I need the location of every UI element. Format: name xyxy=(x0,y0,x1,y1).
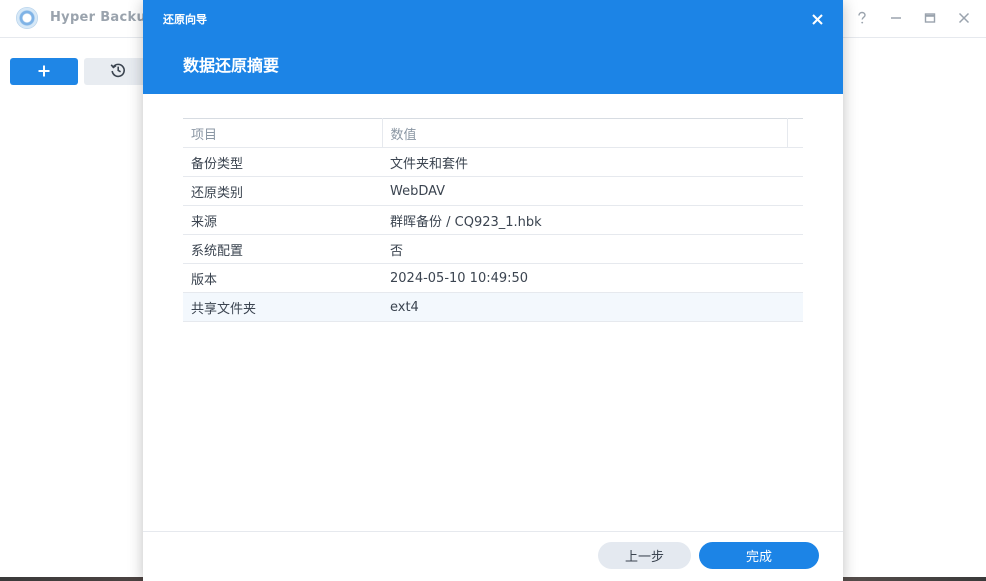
window-controls xyxy=(852,8,974,28)
row-item: 还原类别 xyxy=(183,176,382,206)
dialog-caption: 还原向导 xyxy=(163,13,207,26)
row-item: 备份类型 xyxy=(183,147,382,177)
add-task-button[interactable] xyxy=(10,58,78,85)
minimize-icon[interactable] xyxy=(886,8,906,28)
row-value: 群晖备份 / CQ923_1.hbk xyxy=(382,205,803,235)
column-header-value[interactable]: 数值 xyxy=(382,118,788,148)
previous-step-button[interactable]: 上一步 xyxy=(598,542,691,569)
row-item: 来源 xyxy=(183,205,382,235)
column-header-item[interactable]: 项目 xyxy=(183,118,383,148)
close-icon[interactable] xyxy=(809,11,825,27)
row-value: 2024-05-10 10:49:50 xyxy=(382,263,803,293)
table-row[interactable]: 系统配置 否 xyxy=(183,234,803,264)
dialog-footer: 上一步 完成 xyxy=(143,531,843,581)
table-row[interactable]: 还原类别 WebDAV xyxy=(183,176,803,206)
table-header-row: 项目 数值 xyxy=(183,118,803,148)
summary-table: 项目 数值 备份类型 文件夹和套件 还原类别 WebDAV 来源 群晖备份 / … xyxy=(183,118,803,322)
row-value: WebDAV xyxy=(382,176,803,206)
page-title: 数据还原摘要 xyxy=(183,56,280,75)
row-item: 共享文件夹 xyxy=(183,292,382,322)
row-item: 系统配置 xyxy=(183,234,382,264)
table-row[interactable]: 备份类型 文件夹和套件 xyxy=(183,147,803,177)
app-title: Hyper Backup xyxy=(50,10,156,25)
plus-icon xyxy=(38,62,50,81)
hyper-backup-logo-icon xyxy=(16,7,38,29)
history-icon xyxy=(110,62,126,82)
row-value: 否 xyxy=(382,234,803,264)
maximize-icon[interactable] xyxy=(920,8,940,28)
help-icon[interactable] xyxy=(852,8,872,28)
row-value: 文件夹和套件 xyxy=(382,147,803,177)
dialog-header: 还原向导 数据还原摘要 xyxy=(143,0,843,94)
table-row-selected[interactable]: 共享文件夹 ext4 xyxy=(183,292,803,322)
restore-wizard-dialog: 还原向导 数据还原摘要 项目 数值 备份类型 文件夹和套件 还原类别 WebDA… xyxy=(143,0,843,581)
table-row[interactable]: 版本 2024-05-10 10:49:50 xyxy=(183,263,803,293)
row-value: ext4 xyxy=(382,292,803,322)
restore-history-button[interactable] xyxy=(84,58,152,85)
column-header-spacer xyxy=(787,118,803,148)
close-window-icon[interactable] xyxy=(954,8,974,28)
table-row[interactable]: 来源 群晖备份 / CQ923_1.hbk xyxy=(183,205,803,235)
row-item: 版本 xyxy=(183,263,382,293)
finish-button[interactable]: 完成 xyxy=(699,542,819,569)
